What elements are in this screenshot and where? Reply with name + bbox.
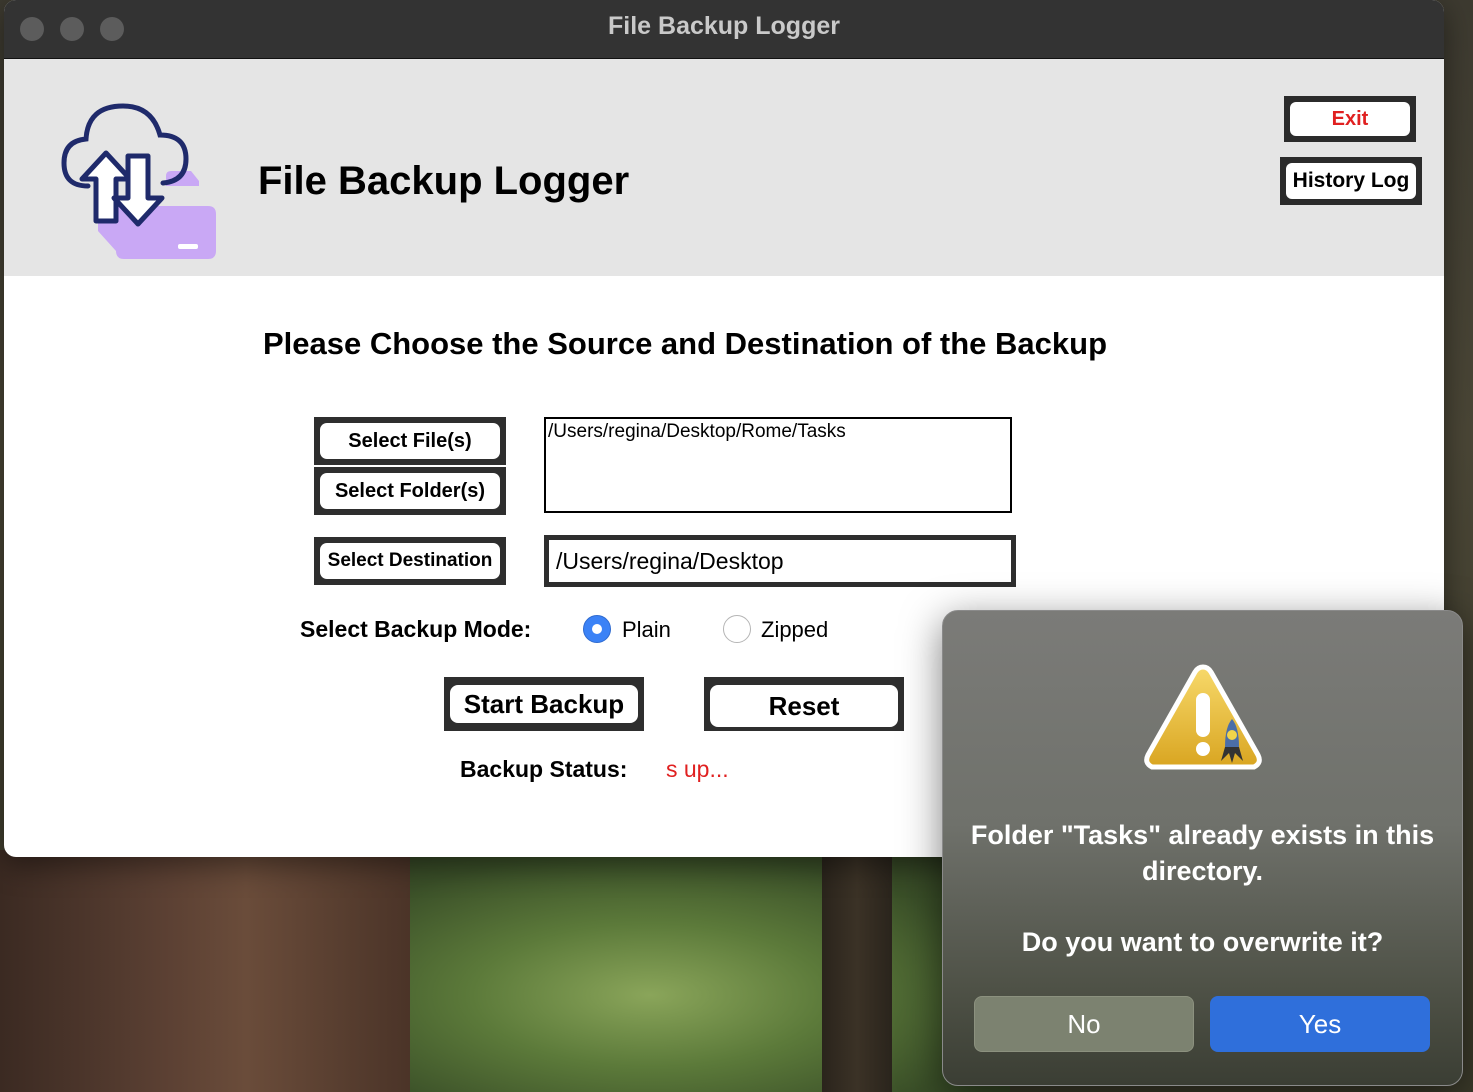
wallpaper-tree-trunk	[822, 850, 892, 1092]
yes-button[interactable]: Yes	[1210, 996, 1430, 1052]
exit-button[interactable]: Exit	[1290, 102, 1410, 136]
wallpaper-tree-trunk	[0, 850, 410, 1092]
title-bar: File Backup Logger	[4, 0, 1444, 59]
window-title: File Backup Logger	[608, 12, 840, 40]
select-destination-button[interactable]: Select Destination	[320, 543, 500, 579]
mode-plain-label[interactable]: Plain	[622, 617, 671, 643]
exit-button-frame: Exit	[1284, 96, 1416, 142]
warning-icon	[1144, 664, 1262, 770]
dialog-question: Do you want to overwrite it?	[1021, 927, 1384, 957]
destination-path-field[interactable]	[549, 540, 1011, 582]
mode-zipped-label[interactable]: Zipped	[761, 617, 828, 643]
dialog-message: Folder "Tasks" already exists in this di…	[970, 820, 1435, 886]
history-log-button[interactable]: History Log	[1286, 163, 1416, 199]
no-button[interactable]: No	[974, 996, 1194, 1052]
reset-button[interactable]: Reset	[710, 685, 898, 727]
select-folders-frame: Select Folder(s)	[314, 467, 506, 515]
app-header: File Backup Logger Exit History Log	[4, 59, 1444, 276]
wallpaper-foliage	[410, 850, 1010, 1092]
backup-status-label: Backup Status:	[460, 756, 628, 782]
select-destination-frame: Select Destination	[314, 537, 506, 585]
app-title: File Backup Logger	[258, 159, 630, 203]
start-backup-frame: Start Backup	[444, 677, 644, 731]
start-backup-button[interactable]: Start Backup	[450, 685, 638, 723]
destination-field-frame	[544, 535, 1016, 587]
reset-frame: Reset	[704, 677, 904, 731]
select-files-frame: Select File(s)	[314, 417, 506, 465]
mode-plain-radio[interactable]	[583, 615, 611, 643]
source-paths-field[interactable]: /Users/regina/Desktop/Rome/Tasks	[544, 417, 1012, 513]
page-prompt: Please Choose the Source and Destination…	[262, 326, 1108, 361]
select-files-button[interactable]: Select File(s)	[320, 423, 500, 459]
backup-mode-label: Select Backup Mode:	[300, 616, 532, 642]
select-folders-button[interactable]: Select Folder(s)	[320, 473, 500, 509]
cloud-upload-download-folder-icon	[61, 103, 216, 259]
mode-zipped-radio[interactable]	[723, 615, 751, 643]
backup-status-value: s up...	[666, 756, 729, 782]
overwrite-confirm-dialog: Folder "Tasks" already exists in this di…	[942, 610, 1463, 1086]
history-log-button-frame: History Log	[1280, 157, 1422, 205]
